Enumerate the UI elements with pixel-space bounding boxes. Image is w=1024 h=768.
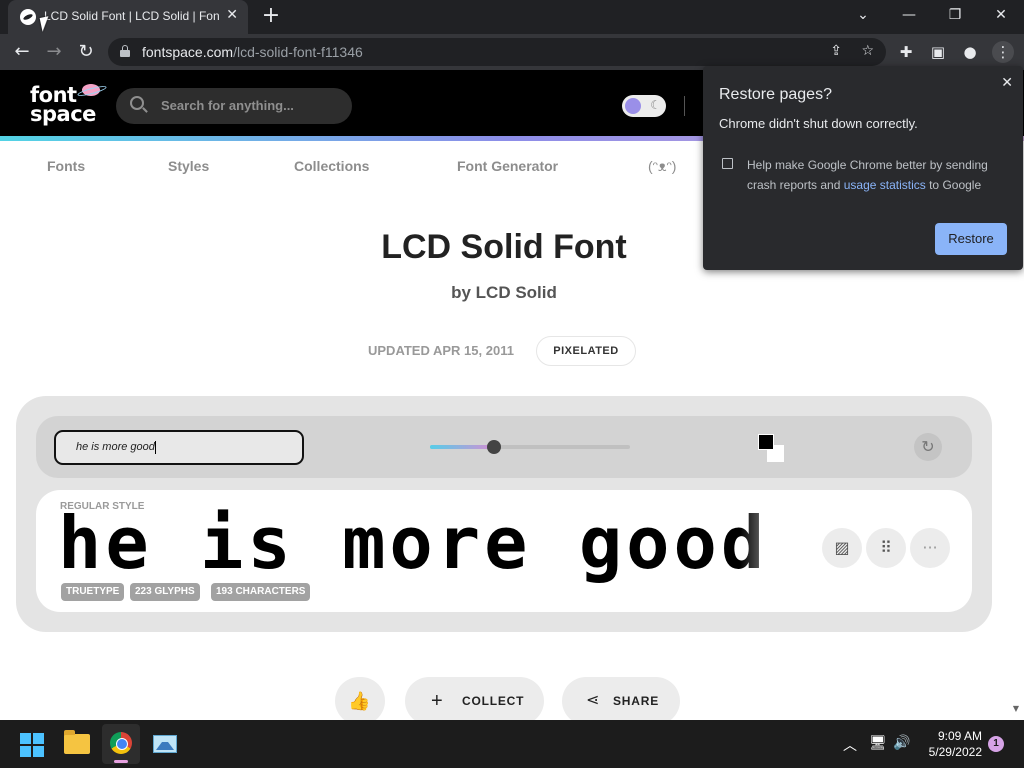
share-icon: ⋖ [586, 692, 601, 709]
dialog-message: Chrome didn't shut down correctly. [719, 116, 918, 131]
updated-date: UPDATED APR 15, 2011 [368, 343, 514, 358]
collect-button[interactable]: + COLLECT [405, 677, 544, 725]
nav-collections[interactable]: Collections [294, 158, 369, 174]
restore-button[interactable]: Restore [935, 223, 1007, 255]
share-page-icon[interactable]: ⇪ [830, 43, 842, 59]
volume-icon[interactable]: 🔊 [893, 735, 910, 751]
font-size-slider-thumb[interactable] [487, 440, 501, 454]
badge-glyphs: 223 GLYPHS [130, 583, 200, 601]
preview-fade-overlay [740, 505, 800, 583]
windows-start-icon[interactable] [20, 733, 44, 757]
dialog-close-icon[interactable]: ✕ [1001, 74, 1013, 91]
bookmark-star-icon[interactable]: ☆ [861, 43, 874, 59]
color-picker[interactable] [758, 434, 786, 464]
side-panel-icon[interactable]: ▣ [928, 42, 948, 62]
tab-close-button[interactable]: ✕ [226, 7, 238, 23]
glyph-grid-icon[interactable]: ⠿ [866, 528, 906, 568]
more-options-icon[interactable]: ··· [910, 528, 950, 568]
chrome-menu-icon[interactable]: ⋮ [992, 41, 1014, 63]
fontspace-favicon-icon [20, 9, 36, 25]
url-path: /lcd-solid-font-f11346 [233, 44, 363, 60]
clock-date[interactable]: 5/29/2022 [918, 745, 982, 759]
plus-icon: + [431, 690, 444, 712]
chrome-icon[interactable] [110, 732, 132, 754]
tag-pixelated[interactable]: PIXELATED [536, 336, 636, 366]
minimize-button[interactable]: — [886, 0, 932, 34]
dialog-title: Restore pages? [719, 86, 832, 103]
restore-window-button[interactable]: ❐ [932, 0, 978, 34]
fontspace-logo[interactable]: font space [30, 84, 100, 126]
font-author-link[interactable]: by LCD Solid [0, 283, 1008, 303]
image-icon[interactable]: ▨ [822, 528, 862, 568]
badge-truetype: TRUETYPE [61, 583, 125, 601]
browser-toolbar: ← → ↻ fontspace.com/lcd-solid-font-f1134… [0, 34, 1024, 70]
file-explorer-icon[interactable] [64, 730, 90, 754]
text-caret [154, 440, 156, 454]
site-search-input[interactable]: Search for anything... [116, 88, 352, 124]
nav-styles[interactable]: Styles [168, 158, 209, 174]
clock-time[interactable]: 9:09 AM [920, 729, 982, 743]
share-label: SHARE [613, 694, 660, 708]
dark-mode-toggle[interactable]: ☾ [622, 95, 666, 117]
nav-fonts[interactable]: Fonts [47, 158, 85, 174]
like-button[interactable]: 👍 [335, 677, 385, 725]
font-size-slider-fill [430, 445, 494, 449]
tray-chevron-up-icon[interactable]: ︿ [843, 735, 857, 755]
usage-statistics-link[interactable]: usage statistics [844, 178, 926, 192]
lock-icon[interactable] [120, 45, 130, 57]
search-icon [130, 96, 144, 110]
crash-report-text: Help make Google Chrome better by sendin… [747, 155, 1007, 195]
close-window-button[interactable]: ✕ [978, 0, 1024, 34]
tab-title: LCD Solid Font | LCD Solid | FontSpace [44, 9, 219, 23]
profile-icon[interactable]: ● [960, 42, 980, 62]
collect-label: COLLECT [462, 694, 525, 708]
back-arrow-icon[interactable]: ← [10, 40, 34, 64]
planet-icon [82, 84, 100, 96]
url-text[interactable]: fontspace.com/lcd-solid-font-f11346 [142, 44, 363, 60]
moon-icon: ☾ [650, 98, 661, 112]
photos-app-icon[interactable] [153, 735, 177, 753]
header-divider [684, 96, 685, 116]
preview-input-value: he is more good [76, 441, 155, 453]
nav-font-generator[interactable]: Font Generator [457, 158, 558, 174]
crash-text-after: to Google [925, 178, 982, 192]
active-app-indicator [114, 760, 128, 763]
preview-text-input[interactable]: he is more good [54, 430, 304, 465]
thumbs-up-icon: 👍 [348, 691, 372, 711]
badge-characters: 193 CHARACTERS [211, 583, 311, 601]
share-button[interactable]: ⋖ SHARE [562, 677, 680, 725]
logo-line2: space [30, 102, 96, 126]
font-preview-text[interactable]: he is more good [58, 503, 800, 583]
address-bar[interactable]: fontspace.com/lcd-solid-font-f11346 ⇪ ☆ [108, 38, 886, 66]
notification-badge[interactable]: 1 [988, 736, 1004, 752]
crash-report-checkbox[interactable] [722, 158, 733, 169]
reload-icon[interactable]: ↻ [74, 40, 98, 64]
new-tab-button[interactable]: + [260, 4, 282, 28]
scrollbar-down-arrow-icon[interactable]: ▼ [1010, 704, 1022, 716]
forward-arrow-icon[interactable]: → [42, 40, 66, 64]
nav-emoticon[interactable]: (ᵔᴥᵔ) [648, 158, 676, 174]
url-host: fontspace.com [142, 44, 234, 60]
search-placeholder: Search for anything... [161, 98, 294, 113]
restore-pages-dialog: Restore pages? ✕ Chrome didn't shut down… [703, 66, 1023, 270]
foreground-color-swatch[interactable] [758, 434, 774, 450]
reset-refresh-icon[interactable]: ↻ [914, 433, 942, 461]
network-icon[interactable]: 🖥 [869, 735, 887, 751]
extensions-puzzle-icon[interactable]: ✚ [896, 42, 916, 62]
toggle-knob [625, 98, 641, 114]
tab-search-button[interactable]: ⌄ [840, 0, 886, 34]
